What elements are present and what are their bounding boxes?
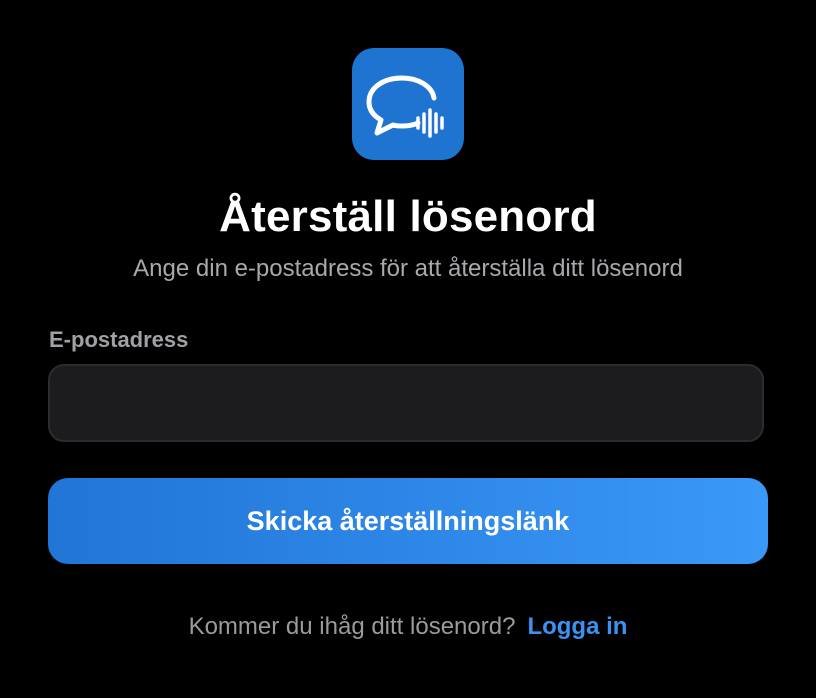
page-subtitle: Ange din e-postadress för att återställa… (133, 255, 683, 282)
email-label: E-postadress (49, 327, 189, 352)
chat-bubble-soundwave-icon (366, 75, 444, 138)
login-prompt: Kommer du ihåg ditt lösenord? Logga in (0, 612, 816, 642)
page-title: Återställ lösenord (219, 192, 597, 241)
app-logo (352, 48, 464, 160)
login-link[interactable]: Logga in (527, 613, 627, 640)
login-prompt-text: Kommer du ihåg ditt lösenord? (188, 613, 516, 640)
email-field[interactable] (48, 364, 764, 442)
send-reset-link-button[interactable]: Skicka återställningslänk (48, 478, 768, 564)
reset-password-page: Återställ lösenord Ange din e-postadress… (0, 0, 816, 698)
